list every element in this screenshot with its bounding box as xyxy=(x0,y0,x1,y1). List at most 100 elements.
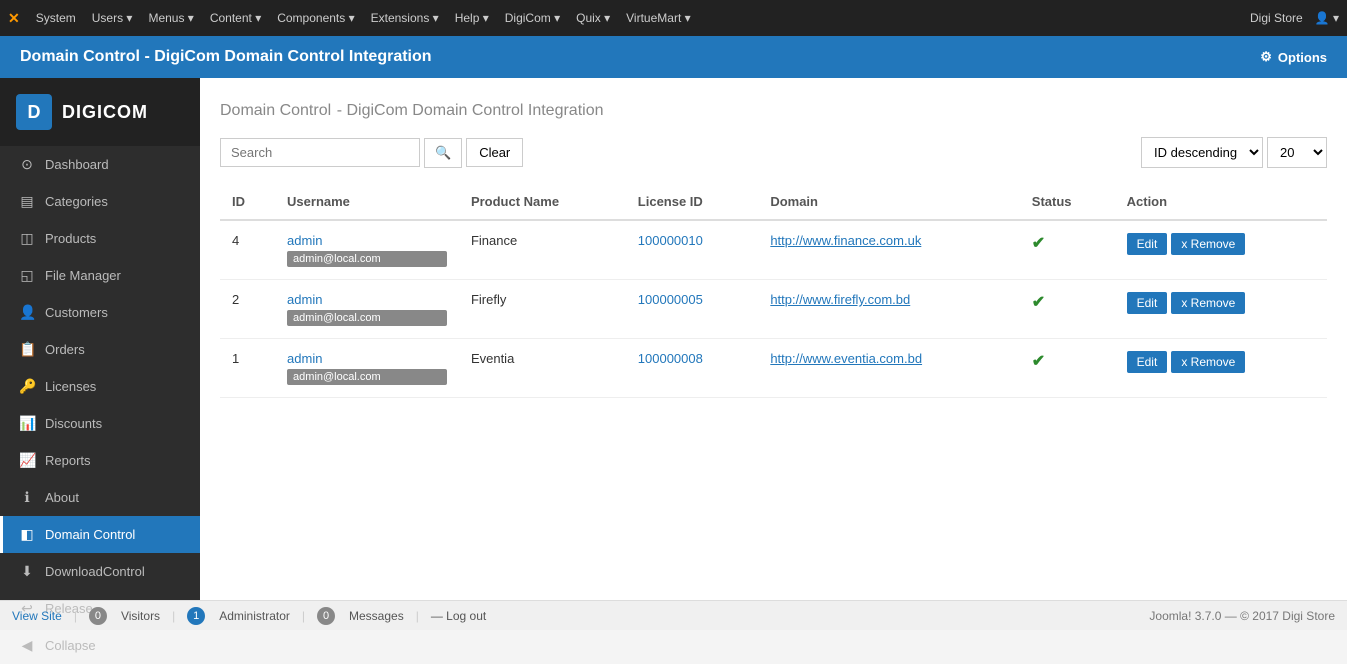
nav-virtuemart[interactable]: VirtueMart ▾ xyxy=(618,0,699,36)
domain-link[interactable]: http://www.firefly.com.bd xyxy=(770,292,910,307)
version-info: Joomla! 3.7.0 — © 2017 Digi Store xyxy=(1149,609,1335,623)
collapse-icon: ◀ xyxy=(19,637,35,654)
view-site-link[interactable]: View Site xyxy=(12,609,62,623)
sidebar-item-categories[interactable]: ▤ Categories xyxy=(0,183,200,220)
nav-quix[interactable]: Quix ▾ xyxy=(568,0,618,36)
toolbar: 🔍 Clear ID descending ID ascending Usern… xyxy=(220,137,1327,168)
user-menu[interactable]: 👤 ▾ xyxy=(1315,11,1339,25)
edit-button[interactable]: Edit xyxy=(1127,351,1168,373)
cell-username: admin admin@local.com xyxy=(275,339,459,398)
page-header-title: Domain Control - DigiCom Domain Control … xyxy=(20,48,432,66)
cell-product: Eventia xyxy=(459,339,626,398)
remove-button[interactable]: x Remove xyxy=(1171,233,1245,255)
messages-label: Messages xyxy=(349,609,404,623)
admin-label: Administrator xyxy=(219,609,290,623)
reports-icon: 📈 xyxy=(19,452,35,469)
cell-product: Finance xyxy=(459,220,626,280)
page-title: Domain Control - DigiCom Domain Control … xyxy=(220,98,1327,121)
nav-components[interactable]: Components ▾ xyxy=(269,0,362,36)
clear-button[interactable]: Clear xyxy=(466,138,523,167)
remove-button[interactable]: x Remove xyxy=(1171,292,1245,314)
table-row: 1 admin admin@local.com Eventia 10000000… xyxy=(220,339,1327,398)
col-header-status: Status xyxy=(1020,184,1115,220)
main-layout: D DIGICOM ⊙ Dashboard ▤ Categories ◫ Pro… xyxy=(0,78,1347,600)
sidebar-item-about[interactable]: ℹ About xyxy=(0,479,200,516)
domain-link[interactable]: http://www.finance.com.uk xyxy=(770,233,921,248)
admin-badge: 1 xyxy=(187,607,205,625)
status-icon: ✔ xyxy=(1032,235,1045,252)
digi-store-link[interactable]: Digi Store xyxy=(1250,11,1303,25)
content-area: Domain Control - DigiCom Domain Control … xyxy=(200,78,1347,600)
discounts-icon: 📊 xyxy=(19,415,35,432)
domain-control-icon: ◧ xyxy=(19,526,35,543)
visitors-badge: 0 xyxy=(89,607,107,625)
top-nav-right: Digi Store 👤 ▾ xyxy=(1250,11,1339,25)
cell-status: ✔ xyxy=(1020,280,1115,339)
nav-content[interactable]: Content ▾ xyxy=(202,0,269,36)
logout-link[interactable]: — Log out xyxy=(431,609,486,623)
categories-icon: ▤ xyxy=(19,193,35,210)
cell-license: 100000008 xyxy=(626,339,759,398)
search-input[interactable] xyxy=(220,138,420,167)
cell-username: admin admin@local.com xyxy=(275,280,459,339)
options-button[interactable]: ⚙ Options xyxy=(1260,49,1327,65)
download-control-icon: ⬇ xyxy=(19,563,35,580)
remove-button[interactable]: x Remove xyxy=(1171,351,1245,373)
license-id-link[interactable]: 100000005 xyxy=(638,292,703,307)
license-id-link[interactable]: 100000008 xyxy=(638,351,703,366)
messages-badge: 0 xyxy=(317,607,335,625)
gear-icon: ⚙ xyxy=(1260,49,1272,65)
username-link[interactable]: admin xyxy=(287,292,447,307)
email-badge: admin@local.com xyxy=(287,310,447,326)
sidebar-item-domain-control[interactable]: ◧ Domain Control xyxy=(0,516,200,553)
sidebar-item-discounts[interactable]: 📊 Discounts xyxy=(0,405,200,442)
sidebar-item-orders[interactable]: 📋 Orders xyxy=(0,331,200,368)
logo-text: DIGICOM xyxy=(62,102,148,123)
visitors-label: Visitors xyxy=(121,609,160,623)
nav-extensions[interactable]: Extensions ▾ xyxy=(363,0,447,36)
email-badge: admin@local.com xyxy=(287,369,447,385)
cell-product: Firefly xyxy=(459,280,626,339)
orders-icon: 📋 xyxy=(19,341,35,358)
edit-button[interactable]: Edit xyxy=(1127,292,1168,314)
sidebar-item-download-control[interactable]: ⬇ DownloadControl xyxy=(0,553,200,590)
sidebar-logo: D DIGICOM xyxy=(0,78,200,146)
search-button[interactable]: 🔍 xyxy=(424,138,462,168)
domain-link[interactable]: http://www.eventia.com.bd xyxy=(770,351,922,366)
search-group: 🔍 Clear xyxy=(220,138,523,168)
cell-status: ✔ xyxy=(1020,220,1115,280)
sidebar-item-reports[interactable]: 📈 Reports xyxy=(0,442,200,479)
nav-digicom[interactable]: DigiCom ▾ xyxy=(497,0,568,36)
sidebar-item-collapse[interactable]: ◀ Collapse xyxy=(0,627,200,664)
table-row: 4 admin admin@local.com Finance 10000001… xyxy=(220,220,1327,280)
col-header-action: Action xyxy=(1115,184,1327,220)
email-badge: admin@local.com xyxy=(287,251,447,267)
customers-icon: 👤 xyxy=(19,304,35,321)
cell-license: 100000010 xyxy=(626,220,759,280)
licenses-icon: 🔑 xyxy=(19,378,35,395)
cell-license: 100000005 xyxy=(626,280,759,339)
products-icon: ◫ xyxy=(19,230,35,247)
sidebar-item-products[interactable]: ◫ Products xyxy=(0,220,200,257)
sort-select[interactable]: ID descending ID ascending Username Prod… xyxy=(1141,137,1263,168)
cell-id: 1 xyxy=(220,339,275,398)
status-bar: View Site | 0 Visitors | 1 Administrator… xyxy=(0,600,1347,630)
edit-button[interactable]: Edit xyxy=(1127,233,1168,255)
sidebar-item-customers[interactable]: 👤 Customers xyxy=(0,294,200,331)
sidebar-item-dashboard[interactable]: ⊙ Dashboard xyxy=(0,146,200,183)
license-id-link[interactable]: 100000010 xyxy=(638,233,703,248)
nav-system[interactable]: System xyxy=(28,0,84,36)
nav-help[interactable]: Help ▾ xyxy=(447,0,497,36)
col-header-product: Product Name xyxy=(459,184,626,220)
table-header-row: ID Username Product Name License ID Doma… xyxy=(220,184,1327,220)
nav-users[interactable]: Users ▾ xyxy=(84,0,141,36)
status-icon: ✔ xyxy=(1032,353,1045,370)
username-link[interactable]: admin xyxy=(287,351,447,366)
table-row: 2 admin admin@local.com Firefly 10000000… xyxy=(220,280,1327,339)
sidebar-item-file-manager[interactable]: ◱ File Manager xyxy=(0,257,200,294)
sidebar-item-licenses[interactable]: 🔑 Licenses xyxy=(0,368,200,405)
cell-status: ✔ xyxy=(1020,339,1115,398)
nav-menus[interactable]: Menus ▾ xyxy=(140,0,201,36)
per-page-select[interactable]: 20 50 100 xyxy=(1267,137,1327,168)
username-link[interactable]: admin xyxy=(287,233,447,248)
